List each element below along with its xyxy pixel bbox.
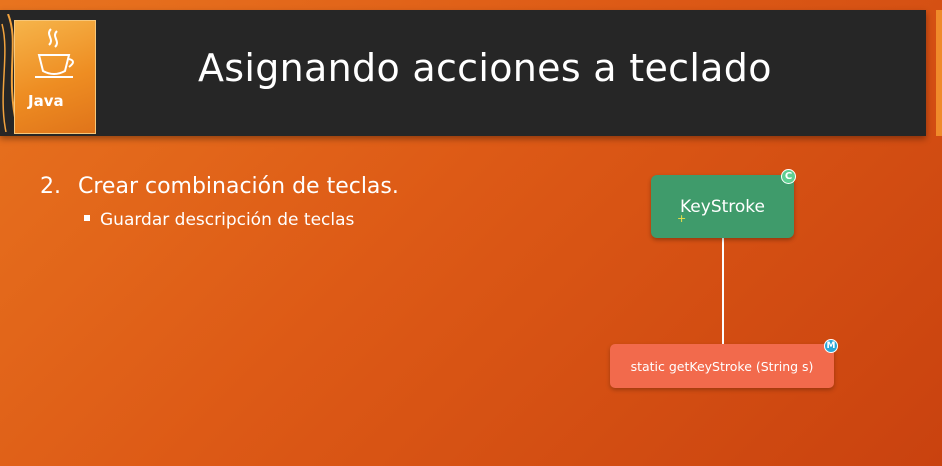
bullet-number: 2. bbox=[40, 174, 61, 199]
bullet-main: 2. Crear combinación de teclas. bbox=[40, 174, 399, 199]
side-accent-strip bbox=[936, 10, 942, 136]
method-box: static getKeyStroke (String s) bbox=[610, 344, 834, 388]
bullet-main-text: Crear combinación de teclas. bbox=[78, 174, 399, 199]
logo-text: Java bbox=[28, 92, 64, 110]
slide-title: Asignando acciones a teclado bbox=[198, 46, 772, 90]
class-badge-icon: C bbox=[781, 169, 796, 184]
method-box-label: static getKeyStroke (String s) bbox=[630, 358, 814, 374]
method-badge-icon: M bbox=[824, 339, 838, 353]
plus-mark-icon: + bbox=[677, 212, 687, 225]
diagram-connector-line bbox=[722, 238, 724, 344]
keystroke-class-box: KeyStroke bbox=[651, 175, 794, 238]
class-box-label: KeyStroke bbox=[680, 196, 765, 217]
java-logo-icon: Java bbox=[0, 14, 96, 134]
bullet-sub-text: Guardar descripción de teclas bbox=[100, 210, 355, 230]
bullet-sub: Guardar descripción de teclas bbox=[84, 210, 354, 230]
bullet-square-icon bbox=[84, 215, 90, 221]
